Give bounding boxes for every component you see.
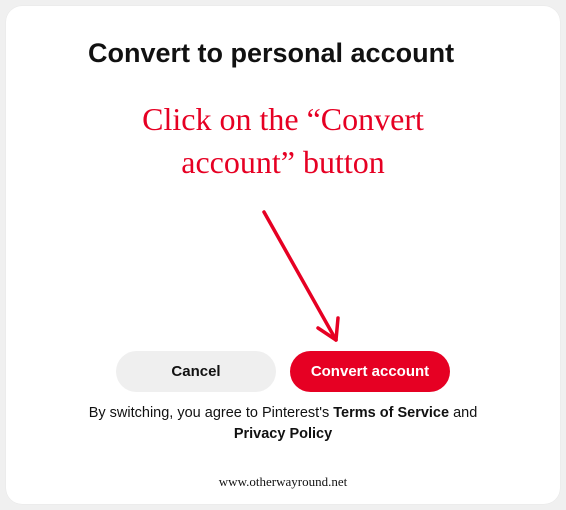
- annotation-text: Click on the “Convert account” button: [6, 98, 560, 184]
- cancel-button[interactable]: Cancel: [116, 351, 276, 392]
- dialog-card: Convert to personal account Click on the…: [6, 6, 560, 504]
- terms-of-service-link[interactable]: Terms of Service: [333, 405, 449, 421]
- convert-account-button[interactable]: Convert account: [290, 351, 450, 392]
- attribution-text: www.otherwayround.net: [6, 474, 560, 490]
- privacy-policy-link[interactable]: Privacy Policy: [234, 426, 332, 442]
- disclaimer-text: By switching, you agree to Pinterest's T…: [6, 403, 560, 447]
- annotation-line-1: Click on the “Convert: [142, 101, 424, 137]
- disclaimer-prefix: By switching, you agree to Pinterest's: [89, 405, 334, 421]
- annotation-wrap: Click on the “Convert account” button: [6, 98, 560, 184]
- dialog-title: Convert to personal account: [88, 38, 530, 69]
- disclaimer-mid: and: [449, 405, 477, 421]
- button-row: Cancel Convert account: [6, 351, 560, 392]
- arrow-icon: [236, 200, 366, 360]
- annotation-line-2: account” button: [181, 144, 384, 180]
